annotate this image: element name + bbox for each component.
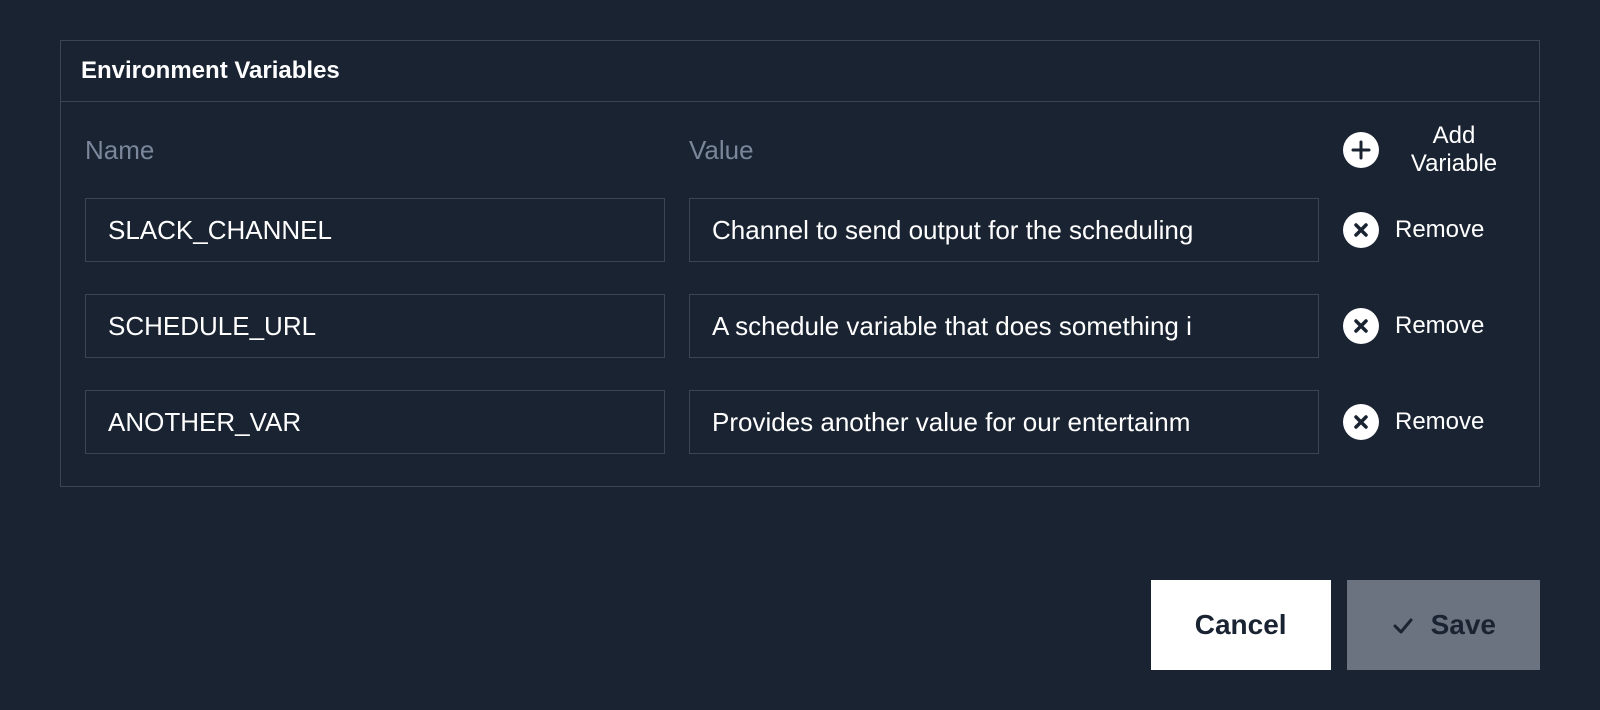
variable-row: Remove	[85, 198, 1515, 262]
close-icon	[1343, 404, 1379, 440]
add-variable-label: Add Variable	[1393, 122, 1515, 178]
remove-variable-button[interactable]: Remove	[1343, 404, 1484, 440]
close-icon	[1343, 308, 1379, 344]
variable-name-input[interactable]	[85, 294, 665, 358]
variable-value-input[interactable]	[689, 198, 1319, 262]
variable-value-input[interactable]	[689, 390, 1319, 454]
panel-title: Environment Variables	[81, 57, 1519, 85]
variable-value-input[interactable]	[689, 294, 1319, 358]
remove-label: Remove	[1395, 216, 1484, 244]
close-icon	[1343, 212, 1379, 248]
cancel-label: Cancel	[1195, 609, 1287, 641]
columns-header-row: Name Value Add Variable	[85, 122, 1515, 178]
variable-row: Remove	[85, 294, 1515, 358]
remove-label: Remove	[1395, 408, 1484, 436]
variable-row: Remove	[85, 390, 1515, 454]
remove-label: Remove	[1395, 312, 1484, 340]
remove-variable-button[interactable]: Remove	[1343, 308, 1484, 344]
footer-buttons: Cancel Save	[1151, 580, 1540, 670]
variable-name-input[interactable]	[85, 390, 665, 454]
plus-icon	[1343, 132, 1379, 168]
add-variable-button[interactable]: Add Variable	[1343, 122, 1515, 178]
panel-header: Environment Variables	[61, 41, 1539, 102]
environment-variables-panel: Environment Variables Name Value Add Var…	[60, 40, 1540, 487]
panel-body: Name Value Add Variable	[61, 102, 1539, 486]
column-header-value: Value	[689, 135, 1319, 166]
remove-variable-button[interactable]: Remove	[1343, 212, 1484, 248]
cancel-button[interactable]: Cancel	[1151, 580, 1331, 670]
save-button[interactable]: Save	[1347, 580, 1540, 670]
check-icon	[1391, 613, 1415, 637]
variable-name-input[interactable]	[85, 198, 665, 262]
save-label: Save	[1431, 609, 1496, 641]
column-header-name: Name	[85, 135, 665, 166]
